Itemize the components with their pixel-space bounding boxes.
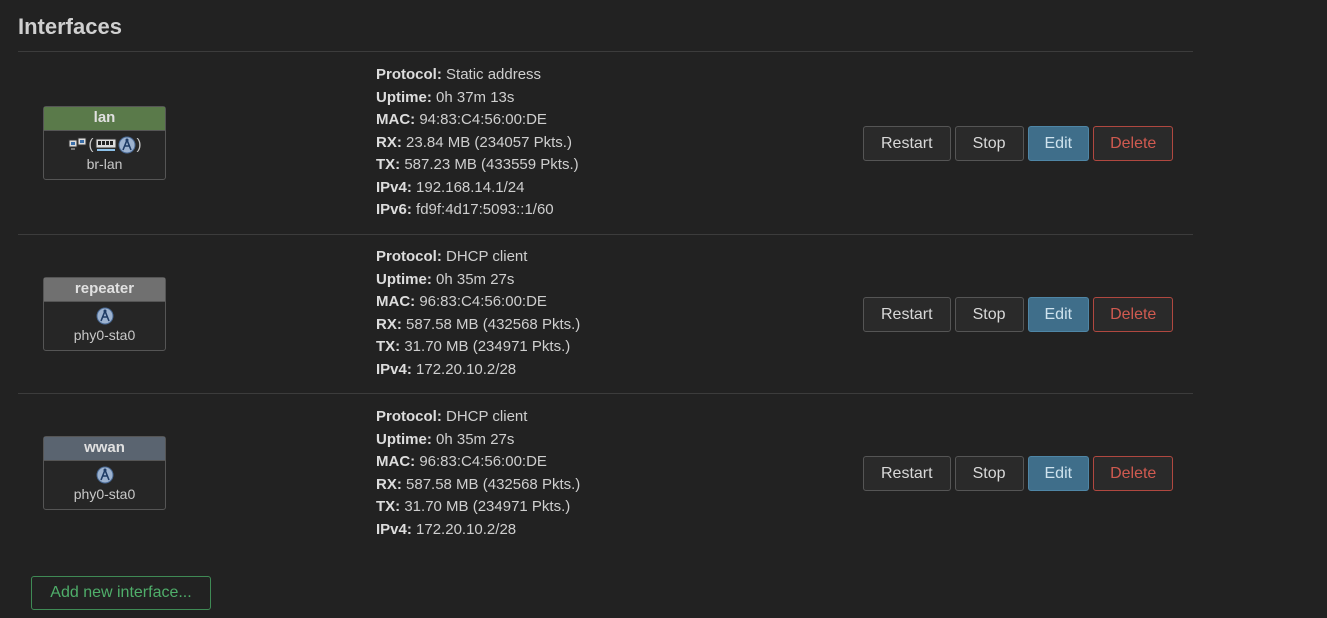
detail-line: TX: 31.70 MB (234971 Pkts.) <box>376 498 571 515</box>
stop-button[interactable]: Stop <box>954 297 1024 332</box>
interface-badge-wwan[interactable]: wwan phy0-sta0 <box>43 436 166 510</box>
delete-button[interactable]: Delete <box>1093 126 1174 161</box>
delete-button[interactable]: Delete <box>1093 297 1174 332</box>
wireless-icon <box>118 136 136 154</box>
detail-line: Protocol: DHCP client <box>376 408 528 425</box>
detail-line: RX: 23.84 MB (234057 Pkts.) <box>376 133 572 151</box>
interface-name: lan <box>44 107 165 131</box>
interface-row-repeater: repeater phy0-sta0 Protocol: DHCP client… <box>18 235 1193 394</box>
ethernet-icon <box>95 137 117 153</box>
interface-badge-repeater[interactable]: repeater phy0-sta0 <box>43 277 166 351</box>
restart-button[interactable]: Restart <box>863 297 951 332</box>
interface-details: Protocol: DHCP client Uptime: 0h 35m 27s… <box>376 406 580 541</box>
stop-button[interactable]: Stop <box>954 456 1024 491</box>
edit-button[interactable]: Edit <box>1027 126 1090 161</box>
stop-button[interactable]: Stop <box>954 126 1024 161</box>
detail-line: IPv4: 172.20.10.2/28 <box>376 520 517 538</box>
interface-details: Protocol: DHCP client Uptime: 0h 35m 27s… <box>376 246 580 381</box>
detail-line: IPv4: 172.20.10.2/28 <box>376 360 517 378</box>
restart-button[interactable]: Restart <box>863 456 951 491</box>
interface-device: phy0-sta0 <box>73 327 136 343</box>
interface-name: repeater <box>44 278 165 302</box>
detail-line: MAC: 96:83:C4:56:00:DE <box>376 293 547 310</box>
detail-line: RX: 587.58 MB (432568 Pkts.) <box>376 315 581 333</box>
interface-device: phy0-sta0 <box>73 486 136 502</box>
interface-row-wwan: wwan phy0-sta0 Protocol: DHCP client Upt… <box>18 394 1193 552</box>
detail-line: Uptime: 0h 35m 27s <box>376 430 515 448</box>
interface-badge-lan[interactable]: lan () br-lan <box>43 106 166 180</box>
restart-button[interactable]: Restart <box>863 126 951 161</box>
edit-button[interactable]: Edit <box>1027 297 1090 332</box>
detail-line: Protocol: DHCP client <box>376 248 528 265</box>
wireless-icon <box>96 466 114 484</box>
detail-line: RX: 587.58 MB (432568 Pkts.) <box>376 475 581 493</box>
wireless-icon <box>96 307 114 325</box>
interface-row-lan: lan () br-lan Protocol: Static address … <box>18 52 1193 235</box>
delete-button[interactable]: Delete <box>1093 456 1174 491</box>
interfaces-page: Interfaces lan () br-lan Protocol: Stat… <box>0 0 1327 618</box>
interface-details: Protocol: Static address Uptime: 0h 37m … <box>376 64 579 222</box>
detail-line: Uptime: 0h 37m 13s <box>376 88 515 106</box>
bridge-icon <box>68 137 88 153</box>
detail-line: MAC: 94:83:C4:56:00:DE <box>376 111 547 128</box>
edit-button[interactable]: Edit <box>1027 456 1090 491</box>
interface-name: wwan <box>44 437 165 461</box>
paren-open: ( <box>88 136 94 153</box>
detail-line: Uptime: 0h 35m 27s <box>376 270 515 288</box>
detail-line: MAC: 96:83:C4:56:00:DE <box>376 453 547 470</box>
paren-close: ) <box>136 136 142 153</box>
detail-line: TX: 587.23 MB (433559 Pkts.) <box>376 156 579 173</box>
detail-line: IPv6: fd9f:4d17:5093::1/60 <box>376 201 554 218</box>
detail-line: IPv4: 192.168.14.1/24 <box>376 178 525 196</box>
detail-line: TX: 31.70 MB (234971 Pkts.) <box>376 338 571 355</box>
interface-device: br-lan <box>86 156 123 172</box>
add-new-interface-button[interactable]: Add new interface... <box>31 576 211 610</box>
page-title: Interfaces <box>18 14 122 39</box>
detail-line: Protocol: Static address <box>376 66 542 83</box>
